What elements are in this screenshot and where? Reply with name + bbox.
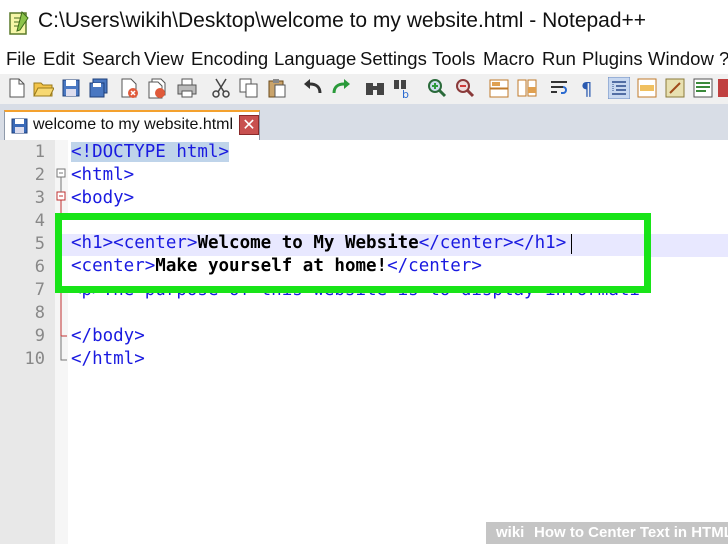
paste-icon[interactable] — [266, 77, 288, 99]
wikihow-watermark: wiki How to Center Text in HTML — [486, 522, 728, 544]
menu-plugins[interactable]: Plugins — [582, 48, 643, 70]
line-number: 6 — [34, 257, 45, 277]
sync-vertical-icon[interactable] — [488, 77, 510, 99]
line-number: 4 — [34, 211, 45, 231]
tab-label: welcome to my website.html — [33, 116, 234, 133]
menu-settings[interactable]: Settings — [360, 48, 427, 70]
center-open-tag: <center> — [71, 256, 156, 276]
copy-icon[interactable] — [238, 77, 260, 99]
function-list-icon[interactable] — [664, 77, 686, 99]
cut-icon[interactable] — [210, 77, 232, 99]
svg-text:¶: ¶ — [581, 79, 592, 99]
editor-area[interactable]: 1 2 3 4 5 6 7 8 9 10 <!DOCTYPE html> <ht… — [0, 140, 728, 544]
sync-horizontal-icon[interactable] — [516, 77, 538, 99]
body-open-tag: <body> — [71, 188, 135, 208]
center-close-tag: </center> — [418, 233, 514, 253]
document-map-icon[interactable] — [636, 77, 658, 99]
menu-bar: File Edit Search View Encoding Language … — [0, 44, 728, 74]
line-number: 5 — [34, 234, 45, 254]
menu-tools[interactable]: Tools — [432, 48, 475, 70]
close-icon[interactable] — [118, 77, 140, 99]
code-line-3: <body> — [71, 188, 134, 208]
watermark-brand: wiki — [496, 524, 525, 541]
tab-welcome-to-my-website[interactable]: welcome to my website.html ✕ — [4, 110, 260, 140]
line-number: 3 — [34, 188, 45, 208]
center-close-tag: </center> — [387, 256, 482, 276]
menu-encoding[interactable]: Encoding — [191, 48, 268, 70]
h1-close-tag: </h1> — [513, 233, 567, 253]
window-title: C:\Users\wikih\Desktop\welcome to my web… — [38, 9, 647, 32]
code-line-2: <html> — [71, 165, 134, 185]
print-icon[interactable] — [176, 77, 198, 99]
center-open-tag: <center> — [113, 233, 198, 253]
heading-text: Welcome to My Website — [197, 233, 419, 253]
svg-text:b: b — [402, 88, 409, 99]
menu-help[interactable]: ? — [719, 48, 728, 70]
doctype-token: <!DOCTYPE html> — [71, 142, 230, 162]
menu-file[interactable]: File — [6, 48, 36, 70]
save-icon[interactable] — [60, 77, 82, 99]
tab-close-icon[interactable]: ✕ — [239, 115, 259, 135]
line-number-gutter: 1 2 3 4 5 6 7 8 9 10 — [0, 140, 55, 544]
title-bar: C:\Users\wikih\Desktop\welcome to my web… — [0, 0, 728, 44]
line-number: 7 — [34, 280, 45, 300]
zoom-out-icon[interactable] — [454, 77, 476, 99]
indent-guide-icon[interactable] — [608, 77, 630, 99]
body-close-tag: </body> — [71, 326, 145, 346]
code-line-9: </body> — [71, 326, 145, 346]
menu-view[interactable]: View — [144, 48, 184, 70]
menu-language[interactable]: Language — [274, 48, 356, 70]
menu-window[interactable]: Window — [648, 48, 714, 70]
line-number: 8 — [34, 303, 45, 323]
tab-bar: welcome to my website.html ✕ — [0, 104, 728, 141]
code-line-6: <center>Make yourself at home!</center> — [71, 256, 482, 276]
word-wrap-icon[interactable] — [548, 77, 570, 99]
menu-run[interactable]: Run — [542, 48, 576, 70]
undo-icon[interactable] — [302, 77, 324, 99]
zoom-in-icon[interactable] — [426, 77, 448, 99]
open-file-icon[interactable] — [32, 77, 54, 99]
menu-edit[interactable]: Edit — [43, 48, 75, 70]
redo-icon[interactable] — [330, 77, 352, 99]
menu-macro[interactable]: Macro — [483, 48, 534, 70]
fold-margin — [55, 140, 68, 544]
line-number: 1 — [34, 142, 45, 162]
html-close-tag: </html> — [71, 349, 145, 369]
new-file-icon[interactable] — [6, 77, 28, 99]
subheading-text: Make yourself at home! — [155, 256, 388, 276]
monitoring-icon[interactable] — [718, 77, 728, 99]
close-all-icon[interactable] — [146, 77, 168, 99]
code-line-10: </html> — [71, 349, 145, 369]
replace-icon[interactable]: b — [392, 77, 414, 99]
watermark-title: How to Center Text in HTML — [534, 524, 728, 541]
show-all-characters-icon[interactable]: ¶ — [576, 77, 598, 99]
save-status-icon — [11, 118, 28, 134]
notepadpp-app-icon — [9, 11, 29, 35]
line-number: 10 — [24, 349, 45, 369]
text-cursor — [571, 234, 572, 254]
folder-workspace-icon[interactable] — [692, 77, 714, 99]
find-icon[interactable] — [364, 77, 386, 99]
h1-open-tag: <h1> — [71, 233, 114, 253]
line-number: 9 — [34, 326, 45, 346]
code-line-5: <h1><center>Welcome to My Website</cente… — [71, 233, 566, 253]
save-all-icon[interactable] — [88, 77, 110, 99]
menu-search[interactable]: Search — [82, 48, 141, 70]
html-open-tag: <html> — [71, 165, 135, 185]
line-number: 2 — [34, 165, 45, 185]
code-line-1: <!DOCTYPE html> — [71, 142, 230, 162]
toolbar: b ¶ — [0, 74, 728, 104]
fold-markers — [56, 168, 67, 361]
